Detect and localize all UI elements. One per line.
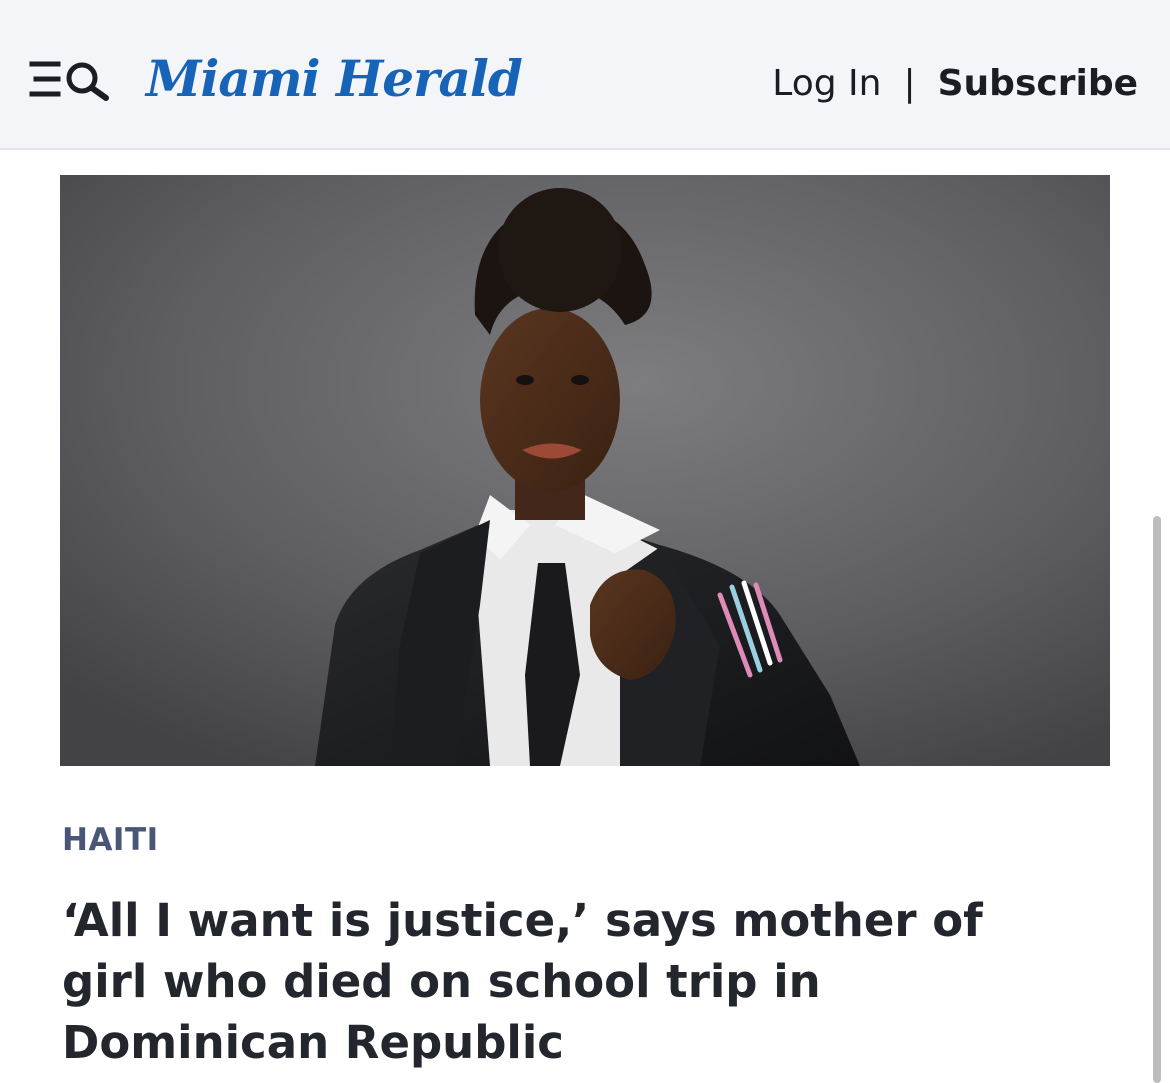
login-link[interactable]: Log In (772, 63, 881, 104)
section-label[interactable]: HAITI (62, 822, 159, 858)
article-headline[interactable]: ‘All I want is justice,’ says mother of … (62, 890, 1052, 1073)
site-header: Miami Herald Log In | Subscribe (0, 0, 1170, 150)
account-links: Log In | Subscribe (772, 58, 1138, 108)
site-logo[interactable]: Miami Herald (146, 44, 523, 114)
separator: | (903, 62, 916, 104)
scrollbar[interactable] (1153, 516, 1161, 1083)
lead-photo[interactable] (60, 175, 1110, 766)
subscribe-link[interactable]: Subscribe (938, 63, 1138, 104)
menu-search-icon[interactable] (28, 56, 116, 102)
